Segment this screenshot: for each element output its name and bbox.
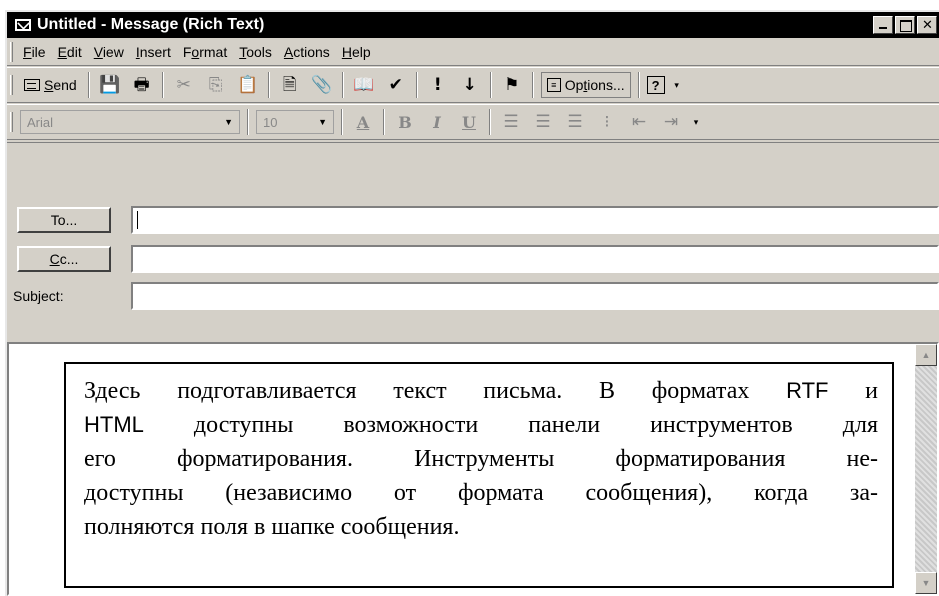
scroll-up-icon[interactable]: ▲: [915, 344, 937, 366]
scroll-down-icon[interactable]: ▼: [915, 572, 937, 594]
menu-edit[interactable]: Edit: [58, 44, 82, 60]
bullets-icon[interactable]: ⁝: [594, 109, 620, 135]
callout-line: Здесь подготавливается текст письма. В ф…: [84, 378, 879, 404]
to-row: To...: [7, 205, 939, 235]
menubar-grip[interactable]: [10, 41, 13, 62]
toolbar-grip[interactable]: [10, 75, 13, 95]
callout-line: его форматирования. Инструменты форматир…: [84, 446, 878, 472]
send-button[interactable]: Send: [20, 72, 81, 98]
toolbar-separator: [531, 72, 534, 98]
cc-field[interactable]: [131, 245, 939, 273]
callout-line: полняются поля в шапке сообщения.: [84, 514, 460, 540]
to-button[interactable]: To...: [17, 207, 111, 233]
attach-icon[interactable]: 📎: [309, 72, 335, 98]
toolbar-separator: [341, 109, 343, 135]
toolbar-chevron-icon[interactable]: ▾: [690, 109, 702, 135]
toolbar-separator: [489, 109, 491, 135]
menu-actions[interactable]: Actions: [284, 44, 330, 60]
font-select[interactable]: Arial ▼: [20, 110, 240, 134]
align-right-icon[interactable]: ☰: [562, 109, 588, 135]
toolbar-separator: [415, 72, 418, 98]
save-icon[interactable]: 💾: [97, 72, 123, 98]
print-icon[interactable]: 🖶: [129, 72, 155, 98]
toolbar-separator: [267, 72, 270, 98]
title-bar[interactable]: Untitled - Message (Rich Text): [7, 12, 939, 38]
paste-icon[interactable]: 📋: [235, 72, 261, 98]
menu-view[interactable]: View: [94, 44, 124, 60]
send-icon: [24, 79, 40, 91]
subject-row: Subject:: [7, 281, 939, 311]
flag-icon[interactable]: ⚑: [499, 72, 525, 98]
callout-line: HTML доступны возможности панели инструм…: [84, 412, 878, 438]
message-body[interactable]: ▲ ▼ Здесь подготавливается текст письма.…: [7, 342, 939, 596]
window-title: Untitled - Message (Rich Text): [37, 16, 265, 33]
minimize-button[interactable]: [873, 16, 893, 34]
subject-label: Subject:: [13, 288, 64, 304]
toolbar-chevron-icon[interactable]: ▾: [671, 72, 683, 98]
toolbar-separator: [489, 72, 492, 98]
envelope-icon: [15, 19, 31, 31]
check-icon[interactable]: ✔: [383, 72, 409, 98]
font-color-icon[interactable]: A: [350, 109, 376, 135]
message-header: To... Cc... Subject:: [7, 142, 939, 342]
toolbar-separator: [341, 72, 344, 98]
subject-field[interactable]: [131, 282, 939, 310]
underline-button[interactable]: U: [456, 109, 482, 135]
decrease-indent-icon[interactable]: ⇤: [626, 109, 652, 135]
importance-low-icon[interactable]: ↓: [457, 72, 483, 98]
check-names-icon[interactable]: 🗎: [277, 72, 303, 98]
italic-button[interactable]: I: [424, 109, 450, 135]
menu-tools[interactable]: Tools: [239, 44, 272, 60]
align-center-icon[interactable]: ☰: [530, 109, 556, 135]
toolbar-separator: [247, 109, 249, 135]
menu-help[interactable]: Help: [342, 44, 371, 60]
menu-bar: File Edit View Insert Format Tools Actio…: [7, 38, 939, 66]
toolbar-separator: [161, 72, 164, 98]
formatting-toolbar: Arial ▼ 10 ▼ A B I U ☰ ☰ ☰ ⁝ ⇤ ⇥ ▾: [7, 104, 939, 140]
bold-button[interactable]: B: [392, 109, 418, 135]
message-window: Untitled - Message (Rich Text) File Edit…: [5, 10, 939, 596]
copy-icon[interactable]: ⎘: [203, 72, 229, 98]
menu-insert[interactable]: Insert: [136, 44, 171, 60]
font-size-select[interactable]: 10 ▼: [256, 110, 334, 134]
cut-icon[interactable]: ✂: [171, 72, 197, 98]
standard-toolbar: Send 💾 🖶 ✂ ⎘ 📋 🗎 📎 📖 ✔ ! ↓ ⚑ ≡ Op t ions..…: [7, 67, 939, 103]
options-button[interactable]: ≡ Op t ions...: [540, 72, 631, 98]
cc-button[interactable]: Cc...: [17, 246, 111, 272]
cc-row: Cc...: [7, 244, 939, 274]
callout-line: доступны (независимо от формата сообщени…: [84, 480, 878, 506]
address-book-icon[interactable]: 📖: [351, 72, 377, 98]
chevron-down-icon: ▼: [224, 117, 233, 127]
help-icon[interactable]: ?: [646, 76, 665, 94]
toolbar-grip[interactable]: [10, 112, 13, 132]
to-field[interactable]: [131, 206, 939, 234]
importance-high-icon[interactable]: !: [425, 72, 451, 98]
menu-file[interactable]: File: [23, 44, 46, 60]
increase-indent-icon[interactable]: ⇥: [658, 109, 684, 135]
align-left-icon[interactable]: ☰: [498, 109, 524, 135]
annotation-callout: Здесь подготавливается текст письма. В ф…: [64, 362, 894, 588]
window-controls: [871, 16, 937, 34]
menu-format[interactable]: Format: [183, 44, 227, 60]
vertical-scrollbar[interactable]: ▲ ▼: [915, 344, 937, 594]
maximize-button[interactable]: [895, 16, 915, 34]
chevron-down-icon: ▼: [318, 117, 327, 127]
toolbar-separator: [383, 109, 385, 135]
toolbar-separator: [87, 72, 90, 98]
options-icon: ≡: [546, 78, 561, 92]
close-button[interactable]: [917, 16, 937, 34]
toolbar-separator: [637, 72, 640, 98]
